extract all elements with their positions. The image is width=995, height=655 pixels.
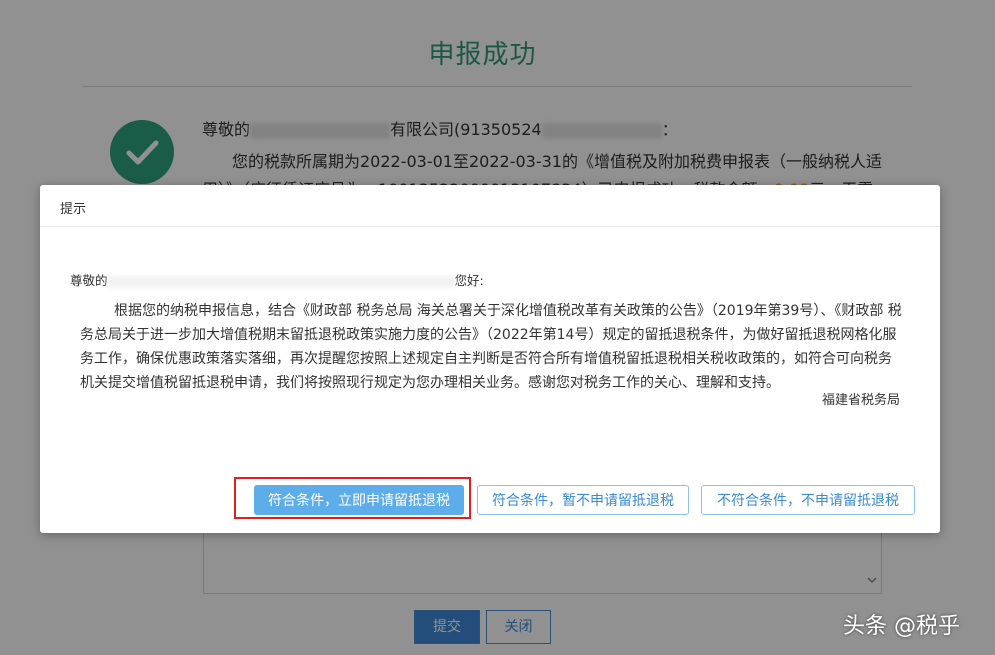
dialog-greeting: 尊敬的 您好: (70, 270, 484, 289)
dialog-signature: 福建省税务局 (821, 393, 900, 408)
watermark-text: 头条 @税乎 (843, 614, 960, 639)
dialog-body-text: 根据您的纳税申报信息，结合《财政部 税务总局 海关总署关于深化增值税改革有关政策… (80, 303, 902, 391)
tip-dialog: 提示 尊敬的 您好: 根据您的纳税申报信息，结合《财政部 税务总局 海关总署关于深… (40, 185, 940, 533)
not-eligible-button[interactable]: 不符合条件，不申请留抵退税 (701, 485, 915, 515)
dialog-header: 提示 (40, 185, 940, 227)
eligible-not-apply-button[interactable]: 符合条件，暂不申请留抵退税 (477, 485, 689, 515)
dialog-greeting-start: 尊敬的 (70, 273, 108, 288)
highlight-annotation (234, 477, 471, 519)
dialog-title: 提示 (60, 202, 87, 217)
redacted-company (107, 275, 455, 288)
dialog-greeting-end: 您好: (454, 273, 484, 288)
